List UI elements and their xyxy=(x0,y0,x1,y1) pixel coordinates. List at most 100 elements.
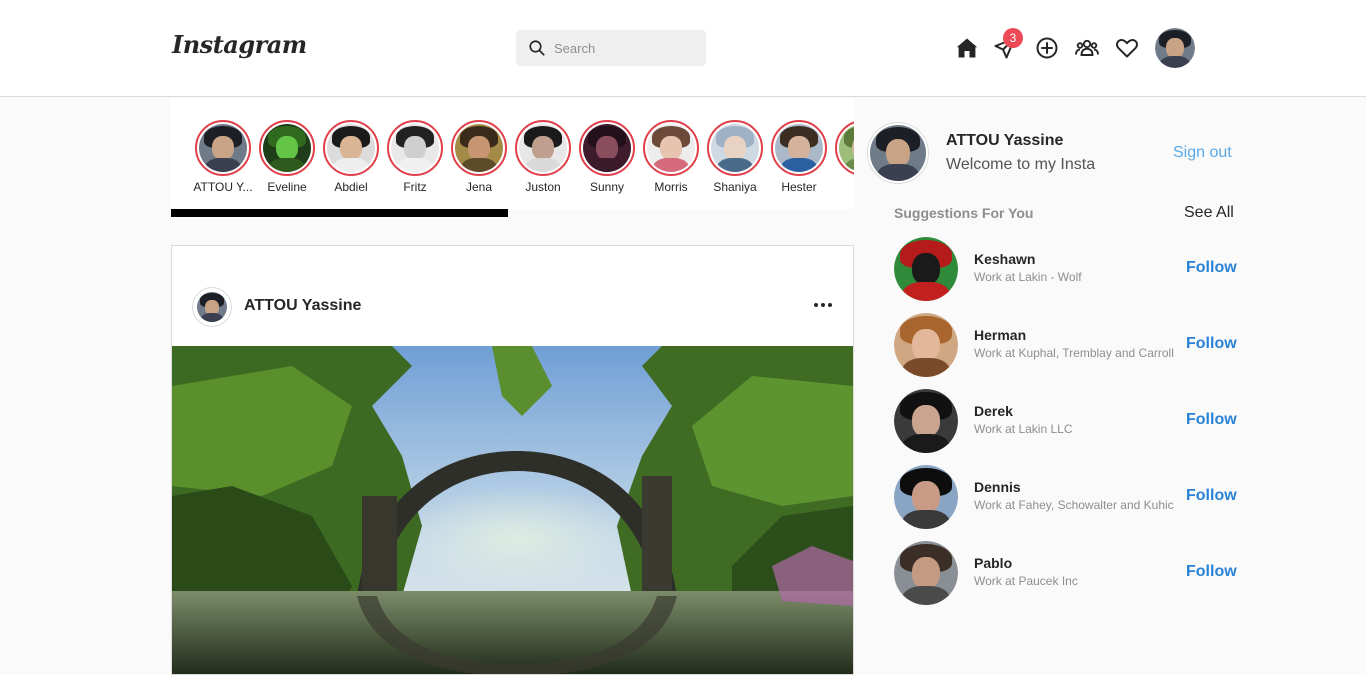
story-item[interactable]: Eveline xyxy=(259,120,315,194)
avatar-image xyxy=(870,125,926,181)
stories-bar: ATTOU Y... Eveline Abdiel Fritz Jena Juston Su… xyxy=(171,98,854,217)
story-username: Shaniya xyxy=(713,180,757,194)
avatar-image xyxy=(894,389,958,453)
story-avatar[interactable] xyxy=(387,120,443,176)
suggestion-item: Pablo Work at Paucek Inc Follow xyxy=(894,541,1239,605)
suggestions-heading: Suggestions For You xyxy=(894,205,1034,221)
sign-out-link[interactable]: Sign out xyxy=(1173,144,1232,162)
story-username: Al xyxy=(832,180,854,194)
post-card: ATTOU Yassine xyxy=(171,245,854,675)
avatar-image xyxy=(894,237,958,301)
story-avatar[interactable] xyxy=(451,120,507,176)
search-box[interactable] xyxy=(516,30,706,66)
story-avatar[interactable] xyxy=(195,120,251,176)
current-user-subtitle: Welcome to my Insta xyxy=(946,156,1096,173)
suggestion-name[interactable]: Pablo xyxy=(974,555,1012,571)
heart-icon[interactable] xyxy=(1115,36,1139,60)
avatar-image xyxy=(839,124,854,172)
story-avatar[interactable] xyxy=(835,120,854,176)
avatar-image xyxy=(197,292,227,322)
story-item[interactable]: Hester xyxy=(771,120,827,194)
story-item[interactable]: Juston xyxy=(515,120,571,194)
story-avatar[interactable] xyxy=(259,120,315,176)
avatar-image xyxy=(263,124,311,172)
follow-button[interactable]: Follow xyxy=(1186,259,1237,277)
story-avatar[interactable] xyxy=(643,120,699,176)
people-icon[interactable] xyxy=(1075,36,1099,60)
search-input[interactable] xyxy=(554,30,699,66)
top-navigation-bar: Instagram 3 xyxy=(0,0,1366,97)
home-icon[interactable] xyxy=(955,36,979,60)
story-avatar[interactable] xyxy=(771,120,827,176)
story-username: Juston xyxy=(525,180,561,194)
post-author-avatar[interactable] xyxy=(192,287,232,327)
suggestion-avatar[interactable] xyxy=(894,465,958,529)
suggestion-work: Work at Fahey, Schowalter and Kuhic xyxy=(974,498,1174,512)
search-icon xyxy=(529,40,545,56)
suggestion-avatar[interactable] xyxy=(894,389,958,453)
suggestion-name[interactable]: Dennis xyxy=(974,479,1021,495)
story-username: ATTOU Y... xyxy=(193,180,253,194)
current-user-avatar[interactable] xyxy=(867,122,929,184)
story-item[interactable]: Al xyxy=(835,120,854,194)
story-username: Eveline xyxy=(267,180,307,194)
story-item[interactable]: Fritz xyxy=(387,120,443,194)
follow-button[interactable]: Follow xyxy=(1186,411,1237,429)
story-item[interactable]: ATTOU Y... xyxy=(193,120,253,194)
story-username: Hester xyxy=(781,180,817,194)
follow-button[interactable]: Follow xyxy=(1186,563,1237,581)
story-item[interactable]: Shaniya xyxy=(707,120,763,194)
stories-scrollbar-thumb[interactable] xyxy=(171,209,508,217)
suggestion-item: Dennis Work at Fahey, Schowalter and Kuhi… xyxy=(894,465,1239,529)
instagram-logo[interactable]: Instagram xyxy=(172,30,307,59)
avatar-image xyxy=(519,124,567,172)
story-username: Fritz xyxy=(403,180,427,194)
story-username: Abdiel xyxy=(334,180,368,194)
current-user-name[interactable]: ATTOU Yassine xyxy=(946,132,1063,150)
more-horizontal-icon[interactable] xyxy=(814,303,832,309)
suggestion-item: Keshawn Work at Lakin - Wolf Follow xyxy=(894,237,1239,301)
story-avatar[interactable] xyxy=(515,120,571,176)
messages-badge: 3 xyxy=(1003,28,1023,48)
post-author-name[interactable]: ATTOU Yassine xyxy=(244,297,361,315)
suggestion-avatar[interactable] xyxy=(894,313,958,377)
suggestion-name[interactable]: Herman xyxy=(974,327,1026,343)
follow-button[interactable]: Follow xyxy=(1186,487,1237,505)
story-item[interactable]: Sunny xyxy=(579,120,635,194)
story-username: Morris xyxy=(654,180,688,194)
profile-avatar[interactable] xyxy=(1155,28,1195,68)
story-avatar[interactable] xyxy=(323,120,379,176)
avatar-image xyxy=(894,541,958,605)
suggestion-work: Work at Kuphal, Tremblay and Carroll xyxy=(974,346,1174,360)
suggestion-name[interactable]: Keshawn xyxy=(974,251,1035,267)
avatar-image xyxy=(1155,28,1195,68)
avatar-image xyxy=(711,124,759,172)
story-username: Sunny xyxy=(589,180,625,194)
suggestion-avatar[interactable] xyxy=(894,541,958,605)
avatar-image xyxy=(894,313,958,377)
avatar-image xyxy=(199,124,247,172)
avatar-image xyxy=(775,124,823,172)
avatar-image xyxy=(583,124,631,172)
story-avatar[interactable] xyxy=(579,120,635,176)
story-item[interactable]: Abdiel xyxy=(323,120,379,194)
story-item[interactable]: Morris xyxy=(643,120,699,194)
story-item[interactable]: Jena xyxy=(451,120,507,194)
avatar-image xyxy=(647,124,695,172)
suggestion-item: Derek Work at Lakin LLC Follow xyxy=(894,389,1239,453)
suggestion-name[interactable]: Derek xyxy=(974,403,1013,419)
story-username: Jena xyxy=(465,180,493,194)
post-image[interactable] xyxy=(172,346,853,675)
suggestion-work: Work at Paucek Inc xyxy=(974,574,1078,588)
suggestion-work: Work at Lakin LLC xyxy=(974,422,1073,436)
avatar-image xyxy=(455,124,503,172)
suggestion-avatar[interactable] xyxy=(894,237,958,301)
avatar-image xyxy=(391,124,439,172)
story-avatar[interactable] xyxy=(707,120,763,176)
stories-scrollbar[interactable] xyxy=(171,209,854,217)
suggestion-item: Herman Work at Kuphal, Tremblay and Carro… xyxy=(894,313,1239,377)
follow-button[interactable]: Follow xyxy=(1186,335,1237,353)
see-all-link[interactable]: See All xyxy=(1184,204,1234,222)
new-post-icon[interactable] xyxy=(1035,36,1059,60)
suggestion-work: Work at Lakin - Wolf xyxy=(974,270,1082,284)
